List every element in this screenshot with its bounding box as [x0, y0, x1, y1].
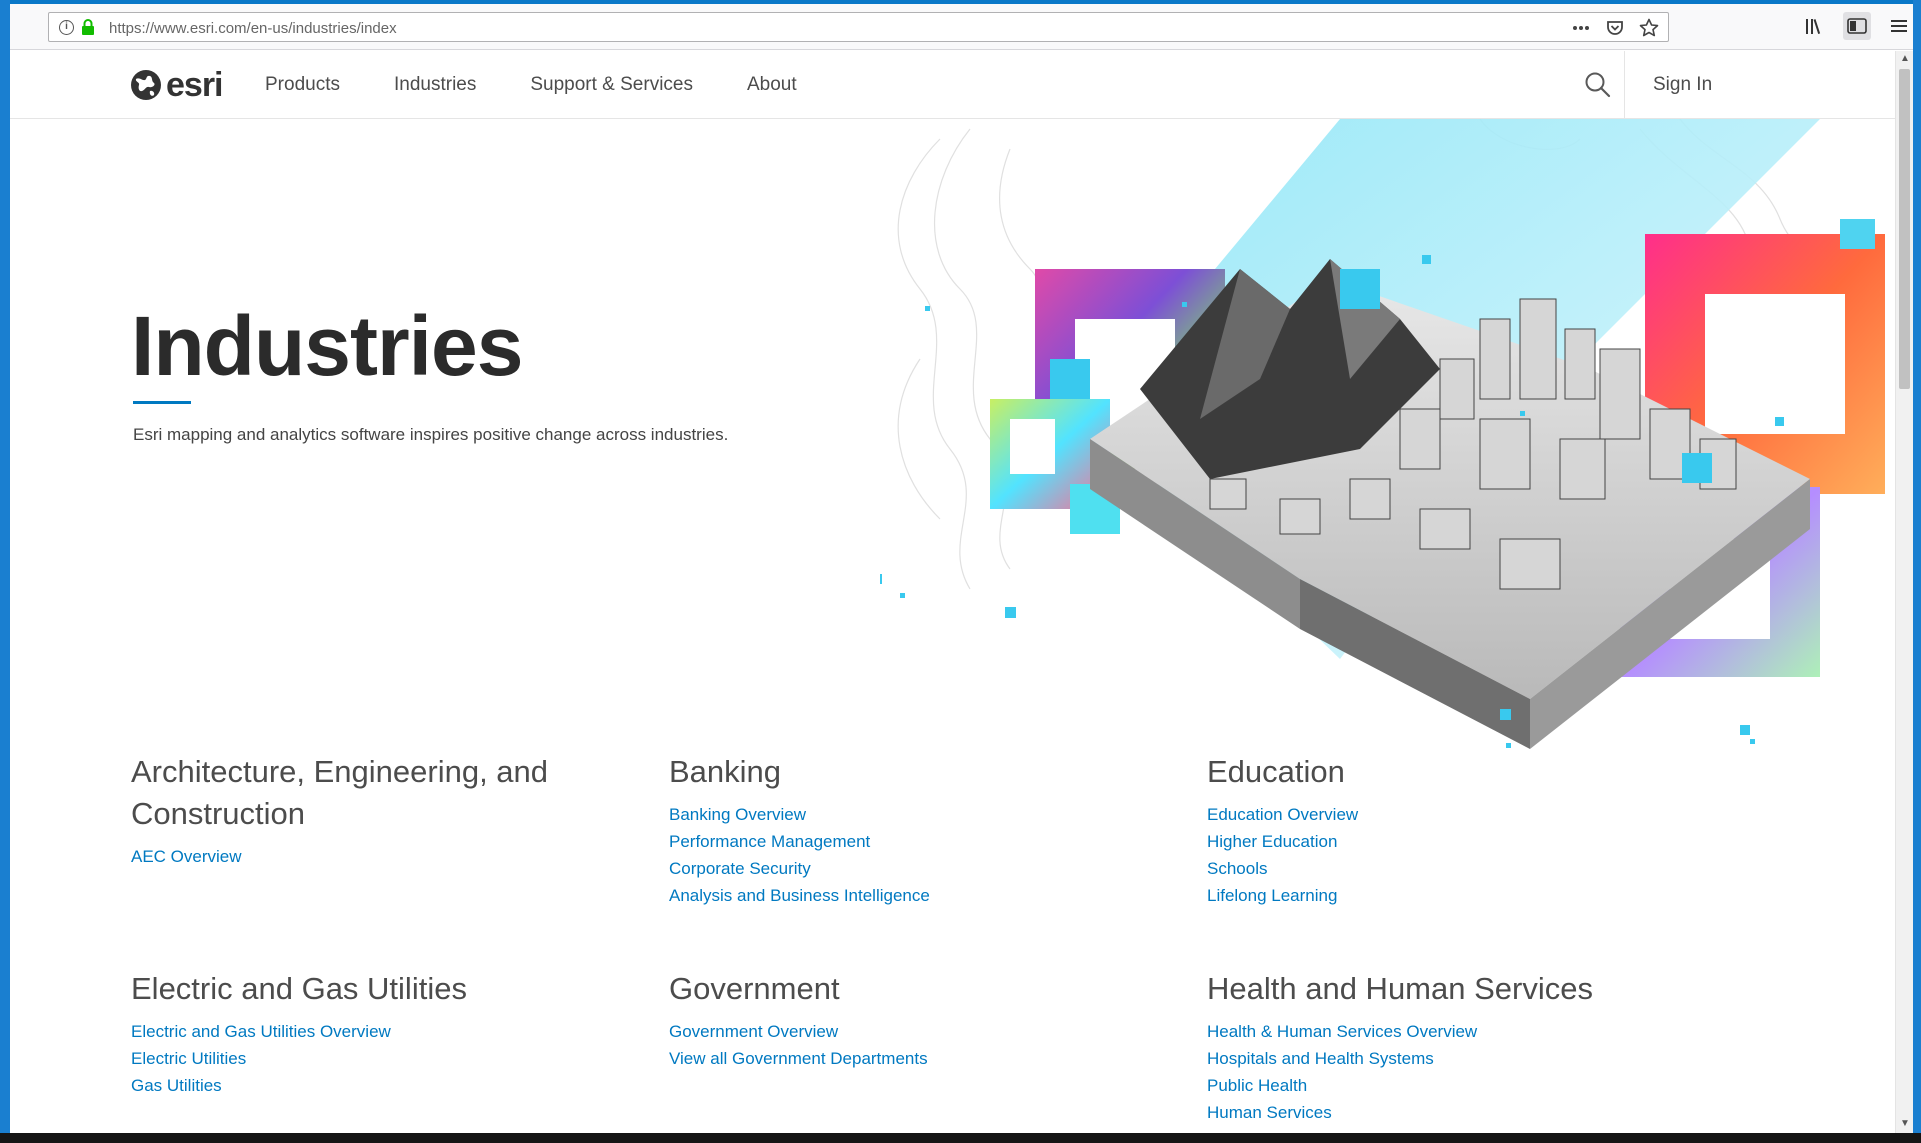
address-bar[interactable]: i https://www.esri.com/en-us/industries/… — [48, 12, 1669, 42]
category-title: Education — [1207, 754, 1345, 789]
category-links: Health & Human Services Overview Hospita… — [1207, 1018, 1707, 1126]
sign-in-link[interactable]: Sign In — [1653, 51, 1712, 119]
scroll-up-icon[interactable]: ▲ — [1900, 53, 1910, 64]
category-links: Education Overview Higher Education Scho… — [1207, 801, 1707, 909]
pocket-icon[interactable] — [1604, 17, 1626, 39]
category-title: Government — [669, 971, 840, 1006]
library-icon[interactable] — [1801, 12, 1829, 40]
sidebar-icon[interactable] — [1843, 12, 1871, 40]
browser-toolbar: i https://www.esri.com/en-us/industries/… — [10, 4, 1913, 50]
nav-about[interactable]: About — [720, 51, 824, 119]
link-performance-management[interactable]: Performance Management — [669, 828, 1169, 855]
esri-logo[interactable]: esri — [130, 66, 223, 104]
category-title: Health and Human Services — [1207, 971, 1593, 1006]
category-title: Architecture, Engineering, and Construct… — [131, 754, 549, 831]
title-underline — [133, 401, 191, 404]
page-subtitle: Esri mapping and analytics software insp… — [133, 425, 729, 444]
link-health-overview[interactable]: Health & Human Services Overview — [1207, 1018, 1707, 1045]
toolbar-right — [1801, 12, 1913, 40]
link-higher-education[interactable]: Higher Education — [1207, 828, 1707, 855]
page-title: Industries — [131, 299, 523, 393]
category-health: Health and Human Services Health & Human… — [1207, 968, 1707, 1126]
link-hospitals-health-systems[interactable]: Hospitals and Health Systems — [1207, 1045, 1707, 1072]
link-electric-gas-overview[interactable]: Electric and Gas Utilities Overview — [131, 1018, 631, 1045]
category-title: Electric and Gas Utilities — [131, 971, 467, 1006]
desktop-right-edge — [1913, 0, 1921, 1143]
link-banking-overview[interactable]: Banking Overview — [669, 801, 1169, 828]
link-human-services[interactable]: Human Services — [1207, 1099, 1707, 1126]
link-public-health[interactable]: Public Health — [1207, 1072, 1707, 1099]
site-header: esri Products Industries Support & Servi… — [10, 51, 1895, 119]
bookmark-star-icon[interactable] — [1638, 17, 1660, 39]
link-analysis-bi[interactable]: Analysis and Business Intelligence — [669, 882, 1169, 909]
taskbar — [0, 1133, 1921, 1143]
globe-icon — [131, 70, 161, 100]
scroll-down-icon[interactable]: ▼ — [1900, 1118, 1910, 1129]
nav-industries[interactable]: Industries — [367, 51, 503, 119]
link-lifelong-learning[interactable]: Lifelong Learning — [1207, 882, 1707, 909]
hero-illustration — [880, 119, 1885, 749]
category-aec: Architecture, Engineering, and Construct… — [131, 751, 601, 870]
header-divider — [1624, 51, 1625, 119]
category-electric-gas: Electric and Gas Utilities Electric and … — [131, 968, 631, 1099]
category-government: Government Government Overview View all … — [669, 968, 1169, 1072]
logo-text: esri — [166, 66, 223, 104]
category-links: AEC Overview — [131, 843, 601, 870]
category-links: Electric and Gas Utilities Overview Elec… — [131, 1018, 631, 1099]
web-page: esri Products Industries Support & Servi… — [10, 51, 1895, 1133]
nav-support-services[interactable]: Support & Services — [503, 51, 720, 119]
category-banking: Banking Banking Overview Performance Man… — [669, 751, 1169, 909]
category-links: Banking Overview Performance Management … — [669, 801, 1169, 909]
lock-icon — [82, 19, 94, 35]
link-government-overview[interactable]: Government Overview — [669, 1018, 1169, 1045]
more-actions-icon[interactable] — [1570, 17, 1592, 39]
link-electric-utilities[interactable]: Electric Utilities — [131, 1045, 631, 1072]
link-schools[interactable]: Schools — [1207, 855, 1707, 882]
browser-window: i https://www.esri.com/en-us/industries/… — [10, 4, 1913, 1133]
link-education-overview[interactable]: Education Overview — [1207, 801, 1707, 828]
link-gas-utilities[interactable]: Gas Utilities — [131, 1072, 631, 1099]
main-nav: Products Industries Support & Services A… — [265, 51, 824, 119]
vertical-scrollbar[interactable]: ▲ ▼ — [1895, 51, 1913, 1133]
url-actions — [1570, 17, 1660, 39]
link-corporate-security[interactable]: Corporate Security — [669, 855, 1169, 882]
search-icon[interactable] — [1582, 69, 1614, 101]
category-title: Banking — [669, 754, 782, 789]
category-education: Education Education Overview Higher Educ… — [1207, 751, 1707, 909]
info-icon[interactable]: i — [59, 20, 74, 35]
category-links: Government Overview View all Government … — [669, 1018, 1169, 1072]
menu-icon[interactable] — [1885, 12, 1913, 40]
scroll-thumb[interactable] — [1899, 69, 1910, 389]
link-aec-overview[interactable]: AEC Overview — [131, 843, 601, 870]
link-view-government-departments[interactable]: View all Government Departments — [669, 1045, 1169, 1072]
url-text[interactable]: https://www.esri.com/en-us/industries/in… — [109, 20, 397, 37]
desktop-left-edge — [0, 0, 10, 1143]
nav-products[interactable]: Products — [265, 51, 367, 119]
